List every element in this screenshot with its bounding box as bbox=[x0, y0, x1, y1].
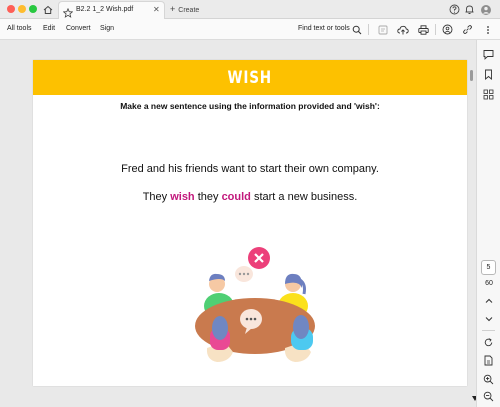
close-tab-icon[interactable]: ✕ bbox=[153, 5, 160, 15]
highlight-wish: wish bbox=[170, 191, 195, 203]
thumbnails-grid-icon[interactable] bbox=[482, 88, 495, 101]
create-tab-label: Create bbox=[178, 7, 200, 14]
scan-icon[interactable] bbox=[376, 23, 389, 36]
rotate-icon[interactable] bbox=[482, 336, 495, 349]
more-options-icon[interactable] bbox=[481, 23, 494, 36]
prompt-sentence: Fred and his friends want to start their… bbox=[121, 163, 379, 175]
zoom-in-icon[interactable] bbox=[482, 373, 495, 386]
share-user-icon[interactable] bbox=[441, 23, 454, 36]
upload-cloud-icon[interactable] bbox=[396, 23, 409, 36]
menu-sign[interactable]: Sign bbox=[100, 25, 114, 32]
maximize-window-button[interactable] bbox=[29, 5, 37, 13]
meeting-illustration bbox=[195, 247, 315, 362]
menu-convert[interactable]: Convert bbox=[66, 25, 91, 32]
menu-bar: All tools Edit Convert Sign Find text or… bbox=[0, 19, 500, 40]
create-tab-button[interactable]: + Create bbox=[170, 4, 199, 14]
document-tab[interactable]: B2.2 1_2 Wish.pdf ✕ bbox=[58, 1, 165, 19]
answer-mid: they bbox=[194, 191, 222, 203]
zoom-out-icon[interactable] bbox=[482, 390, 495, 403]
account-icon[interactable] bbox=[479, 3, 492, 16]
minimize-window-button[interactable] bbox=[18, 5, 26, 13]
menu-all-tools[interactable]: All tools bbox=[7, 25, 32, 32]
page-fit-icon[interactable] bbox=[482, 354, 495, 367]
chevron-up-icon[interactable] bbox=[482, 294, 495, 307]
chevron-down-icon[interactable] bbox=[482, 312, 495, 325]
link-icon[interactable] bbox=[461, 23, 474, 36]
tab-title: B2.2 1_2 Wish.pdf bbox=[76, 6, 134, 13]
toolbar-divider bbox=[435, 24, 436, 35]
answer-post: start a new business. bbox=[250, 191, 358, 203]
toolbar-divider bbox=[368, 24, 369, 35]
vertical-scrollbar[interactable] bbox=[467, 40, 476, 407]
scrollbar-thumb[interactable] bbox=[470, 70, 473, 81]
rail-divider bbox=[482, 330, 495, 331]
menu-edit[interactable]: Edit bbox=[43, 25, 55, 32]
find-text-label[interactable]: Find text or tools bbox=[298, 25, 350, 32]
print-icon[interactable] bbox=[417, 23, 430, 36]
right-tool-rail: 5 60 bbox=[476, 40, 500, 407]
banner-title: WISH bbox=[227, 67, 273, 88]
bookmark-icon[interactable] bbox=[482, 68, 495, 81]
answer-pre: They bbox=[142, 191, 171, 203]
title-bar: B2.2 1_2 Wish.pdf ✕ + Create bbox=[0, 0, 500, 19]
help-icon[interactable] bbox=[448, 3, 461, 16]
close-window-button[interactable] bbox=[7, 5, 15, 13]
bell-icon[interactable] bbox=[463, 3, 476, 16]
document-viewer[interactable]: WISH Make a new sentence using the infor… bbox=[0, 40, 476, 407]
highlight-could: could bbox=[221, 191, 251, 203]
page-total: 60 bbox=[485, 280, 493, 287]
comment-icon[interactable] bbox=[482, 48, 495, 61]
current-page-input[interactable]: 5 bbox=[481, 260, 496, 275]
search-icon[interactable] bbox=[350, 23, 363, 36]
plus-icon: + bbox=[170, 4, 176, 14]
instruction-text: Make a new sentence using the informatio… bbox=[120, 101, 380, 111]
pdf-page: WISH Make a new sentence using the infor… bbox=[33, 60, 467, 386]
title-banner: WISH bbox=[33, 60, 467, 95]
home-icon[interactable] bbox=[41, 3, 54, 16]
answer-sentence: They wish they could start a new busines… bbox=[33, 191, 467, 203]
